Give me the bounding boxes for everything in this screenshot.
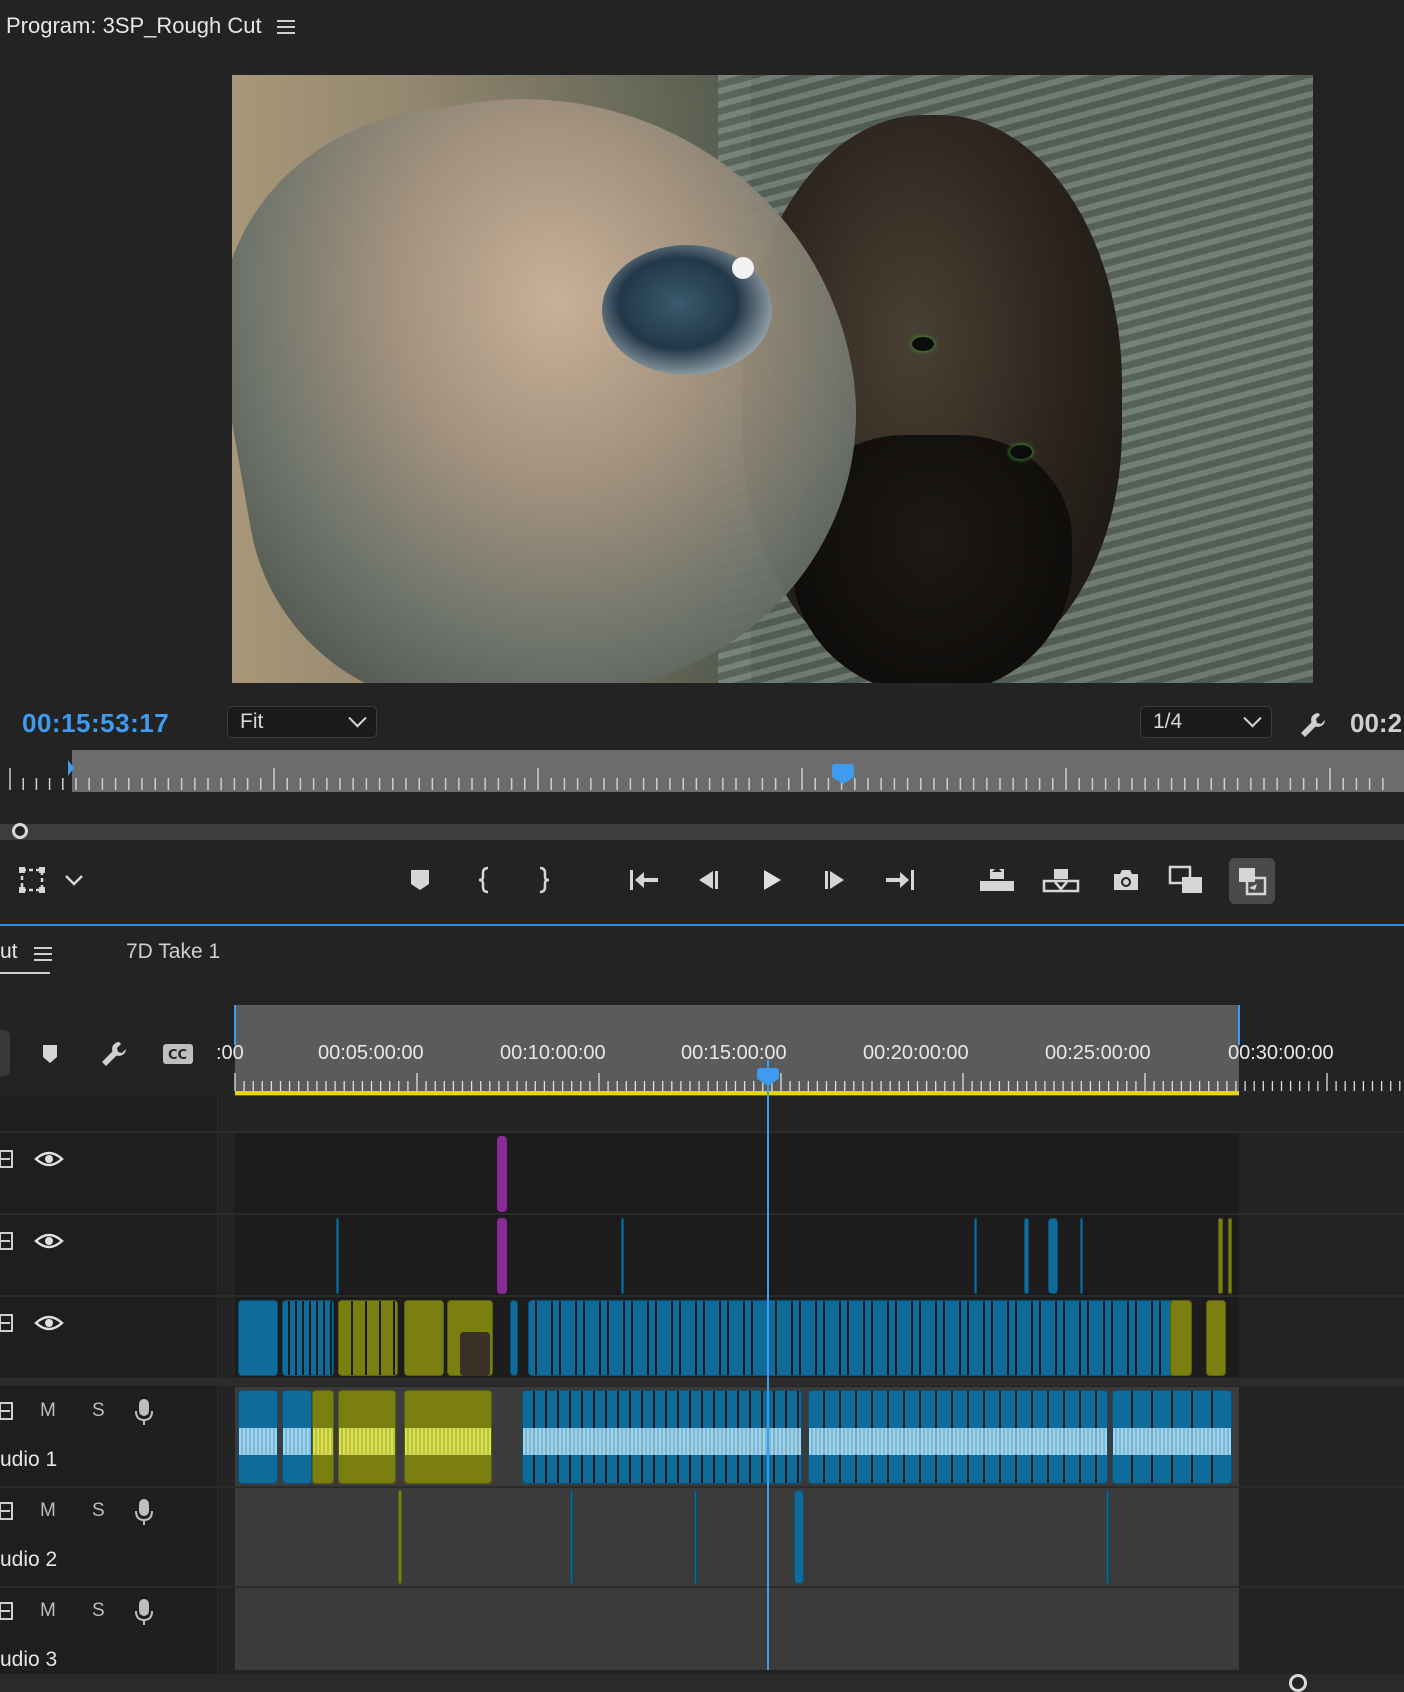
track-separator: [0, 1131, 1404, 1133]
playback-resolution-dropdown[interactable]: 1/4: [1140, 706, 1272, 738]
ruler-label-20min: 00:20:00:00: [863, 1042, 969, 1064]
a3-track-name[interactable]: udio 3: [0, 1648, 57, 1672]
video-watch-glint: [732, 257, 754, 279]
a1-solo-button[interactable]: S: [92, 1400, 105, 1422]
track-a3[interactable]: [235, 1588, 1239, 1670]
a3-mute-button[interactable]: M: [40, 1600, 56, 1622]
proxy-toggle-icon[interactable]: [1229, 858, 1275, 904]
a1-track-name[interactable]: udio 1: [0, 1448, 57, 1472]
step-forward-icon[interactable]: [815, 860, 855, 900]
video-subject-eye-left: [912, 337, 934, 351]
track-separator: [0, 1213, 1404, 1215]
timeline-panel-header: [0, 926, 1404, 1006]
track-separator: [0, 1486, 1404, 1488]
work-area-bar[interactable]: [235, 1091, 1239, 1095]
tab-active-indicator: [0, 972, 50, 974]
monitor-ruler-ticks: [9, 760, 1384, 790]
lift-icon[interactable]: [977, 860, 1017, 900]
marker-icon[interactable]: [400, 860, 440, 900]
safe-margins-icon[interactable]: [12, 860, 52, 900]
video-subject-eye-right: [1010, 445, 1032, 459]
go-to-out-icon[interactable]: [880, 860, 920, 900]
mark-in-icon[interactable]: [465, 860, 505, 900]
zoom-level-dropdown[interactable]: Fit: [227, 706, 377, 738]
tab-sequence-active[interactable]: ut: [0, 940, 18, 964]
mark-out-icon[interactable]: [523, 860, 563, 900]
ruler-label-30min: 00:30:00:00: [1228, 1042, 1334, 1064]
hamburger-menu-icon[interactable]: [34, 947, 52, 961]
microphone-icon[interactable]: [134, 1398, 154, 1431]
track-output-icon[interactable]: [0, 1230, 14, 1257]
track-output-icon[interactable]: [0, 1600, 14, 1627]
microphone-icon[interactable]: [134, 1498, 154, 1531]
eye-icon[interactable]: [34, 1150, 64, 1173]
a2-mute-button[interactable]: M: [40, 1500, 56, 1522]
step-back-icon[interactable]: [688, 860, 728, 900]
hamburger-menu-icon[interactable]: [277, 20, 295, 34]
video-frame[interactable]: [232, 75, 1313, 683]
playhead-timecode[interactable]: 00:15:53:17: [22, 708, 169, 739]
track-output-icon[interactable]: [0, 1312, 14, 1339]
a3-solo-button[interactable]: S: [92, 1600, 105, 1622]
track-header-separator: [217, 1096, 218, 1692]
zoom-level-value: Fit: [240, 710, 264, 733]
video-audio-divider[interactable]: [0, 1378, 1404, 1386]
eye-icon[interactable]: [34, 1232, 64, 1255]
track-separator: [0, 1586, 1404, 1588]
program-monitor-title[interactable]: Program: 3SP_Rough Cut: [6, 13, 262, 39]
zoom-scroll-handle[interactable]: [12, 823, 28, 839]
track-output-icon[interactable]: [0, 1148, 14, 1175]
track-a2[interactable]: [235, 1488, 1239, 1586]
play-icon[interactable]: [752, 860, 792, 900]
playback-resolution-value: 1/4: [1153, 710, 1183, 733]
a1-mute-button[interactable]: M: [40, 1400, 56, 1422]
a2-solo-button[interactable]: S: [92, 1500, 105, 1522]
sequence-duration-timecode: 00:2: [1350, 708, 1403, 738]
ruler-label-15min: 00:15:00:00: [681, 1042, 787, 1064]
timeline-playhead-line[interactable]: [767, 1060, 769, 1670]
wrench-icon[interactable]: [1296, 708, 1330, 742]
track-separator: [0, 1295, 1404, 1297]
chevron-down-icon[interactable]: [60, 860, 88, 900]
ruler-label-5min: 00:05:00:00: [318, 1042, 424, 1064]
monitor-time-ruler[interactable]: [0, 750, 1404, 792]
track-v3[interactable]: [235, 1133, 1239, 1213]
extract-icon[interactable]: [1041, 860, 1081, 900]
track-a1[interactable]: [235, 1387, 1239, 1486]
tab-7d-take-1[interactable]: 7D Take 1: [126, 940, 220, 964]
track-output-icon[interactable]: [0, 1400, 14, 1427]
zoom-scroll-bar[interactable]: [0, 824, 1404, 840]
a2-track-name[interactable]: udio 2: [0, 1548, 57, 1572]
camera-icon[interactable]: [1106, 860, 1146, 900]
microphone-icon[interactable]: [134, 1598, 154, 1631]
ruler-label-25min: 00:25:00:00: [1045, 1042, 1151, 1064]
track-v1[interactable]: [235, 1297, 1239, 1377]
timeline-zoom-handle[interactable]: [1289, 1674, 1307, 1692]
ruler-label-10min: 00:10:00:00: [500, 1042, 606, 1064]
ruler-label-0: :00: [216, 1042, 244, 1064]
track-headers: [0, 1096, 218, 1692]
track-v2[interactable]: [235, 1215, 1239, 1295]
go-to-in-icon[interactable]: [624, 860, 664, 900]
eye-icon[interactable]: [34, 1314, 64, 1337]
track-output-icon[interactable]: [0, 1500, 14, 1527]
comparison-view-icon[interactable]: [1167, 860, 1207, 900]
timeline-horizontal-scroll[interactable]: [0, 1674, 1404, 1692]
chevron-down-icon: [348, 708, 367, 727]
chevron-down-icon: [1243, 708, 1262, 727]
